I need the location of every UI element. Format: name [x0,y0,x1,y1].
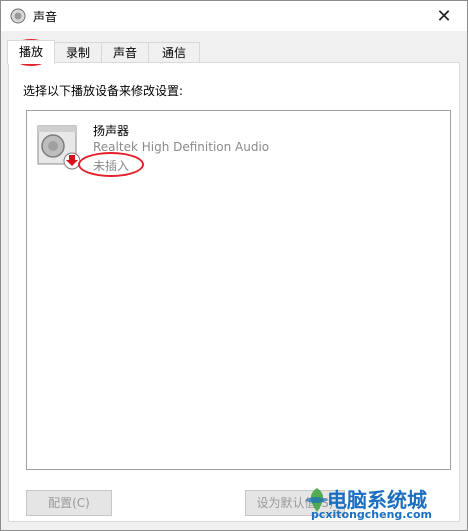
close-button[interactable]: ✕ [421,1,467,31]
instruction-text: 选择以下播放设备来修改设置: [23,84,184,98]
sound-app-icon [10,8,26,24]
tab-communications[interactable]: 通信 [148,42,200,62]
annotation-circle-status [78,152,144,177]
tab-sounds[interactable]: 声音 [101,42,149,62]
watermark-url: pcxitongcheng.com [311,508,433,521]
playback-panel: 选择以下播放设备来修改设置: 扬声器 Realtek High Definiti… [8,62,460,522]
speaker-icon [37,125,80,170]
close-icon: ✕ [436,5,452,27]
tab-recording[interactable]: 录制 [54,42,102,62]
watermark: 电脑系统城 pcxitongcheng.com [303,484,463,528]
sound-dialog: 声音 ✕ 播放 录制 声音 通信 选择以下播放设备来修改设置: 扬声器 Real… [0,0,468,531]
title-bar[interactable]: 声音 ✕ [1,1,467,31]
window-title: 声音 [33,10,58,24]
tab-playback[interactable]: 播放 [7,40,55,64]
device-name: 扬声器 [93,124,130,138]
configure-button[interactable]: 配置(C) [26,490,112,516]
